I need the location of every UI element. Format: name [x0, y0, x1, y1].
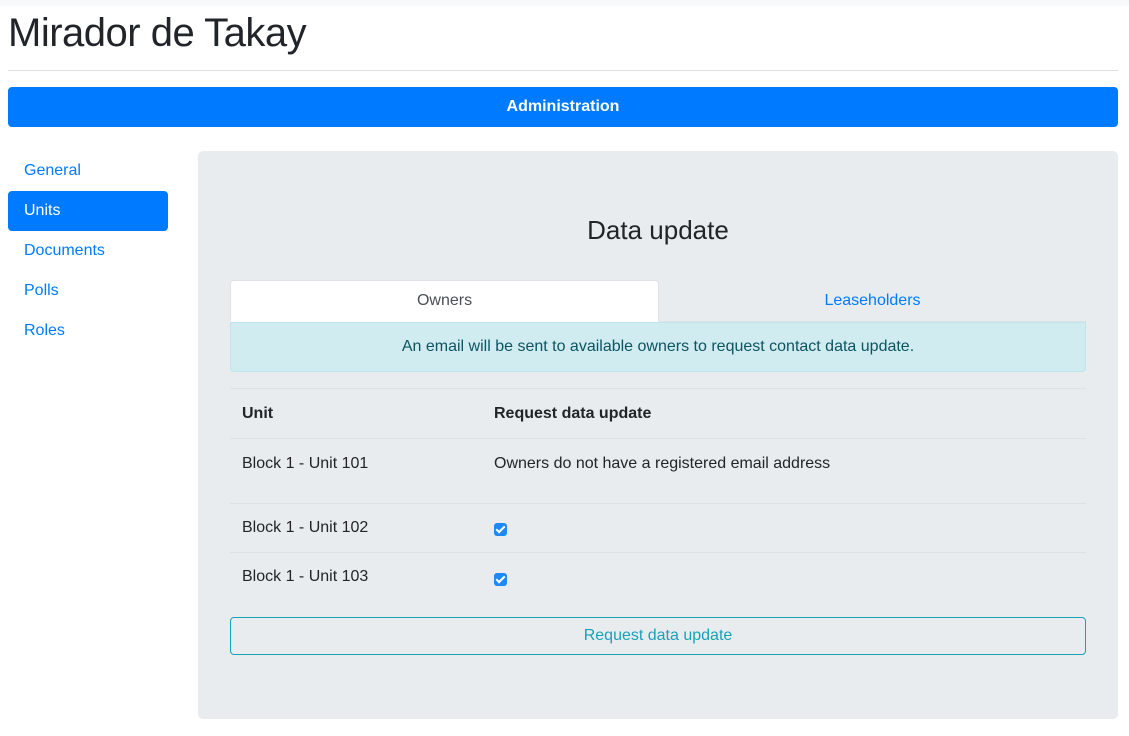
administration-button[interactable]: Administration [8, 87, 1118, 127]
table-row: Block 1 - Unit 102 [230, 503, 1086, 553]
column-header-unit: Unit [230, 388, 482, 439]
sidebar-item-roles[interactable]: Roles [8, 311, 168, 351]
sidebar-item-documents[interactable]: Documents [8, 231, 168, 271]
table-row: Block 1 - Unit 101 Owners do not have a … [230, 438, 1086, 504]
request-data-update-button[interactable]: Request data update [230, 617, 1086, 655]
data-update-panel: Data update Owners Leaseholders An email… [198, 151, 1118, 719]
checkbox-cell [482, 552, 1086, 602]
panel-title: Data update [587, 215, 729, 245]
administration-label: Administration [506, 98, 620, 115]
table-header-row: Unit Request data update [230, 388, 1086, 439]
top-strip [0, 0, 1129, 6]
unit-cell: Block 1 - Unit 101 [230, 438, 482, 504]
tab-bar: Owners Leaseholders [230, 280, 1086, 322]
checkbox-cell [482, 503, 1086, 553]
sidebar-item-units[interactable]: Units [8, 191, 168, 231]
tab-owners[interactable]: Owners [230, 280, 659, 322]
table-row: Block 1 - Unit 103 [230, 552, 1086, 602]
column-header-request: Request data update [482, 388, 1086, 439]
site-title: Mirador de Takay [8, 11, 307, 55]
unit-cell: Block 1 - Unit 102 [230, 503, 482, 553]
request-checkbox[interactable] [494, 523, 507, 537]
info-alert: An email will be sent to available owner… [230, 322, 1086, 372]
units-table: Unit Request data update Block 1 - Unit … [230, 388, 1086, 602]
status-cell: Owners do not have a registered email ad… [482, 438, 1086, 504]
title-divider [8, 70, 1118, 71]
sidebar-item-polls[interactable]: Polls [8, 271, 168, 311]
sidebar-nav: General Units Documents Polls Roles [8, 151, 168, 351]
tab-leaseholders[interactable]: Leaseholders [659, 280, 1086, 322]
sidebar-item-general[interactable]: General [8, 151, 168, 191]
request-checkbox[interactable] [494, 572, 507, 586]
unit-cell: Block 1 - Unit 103 [230, 552, 482, 602]
